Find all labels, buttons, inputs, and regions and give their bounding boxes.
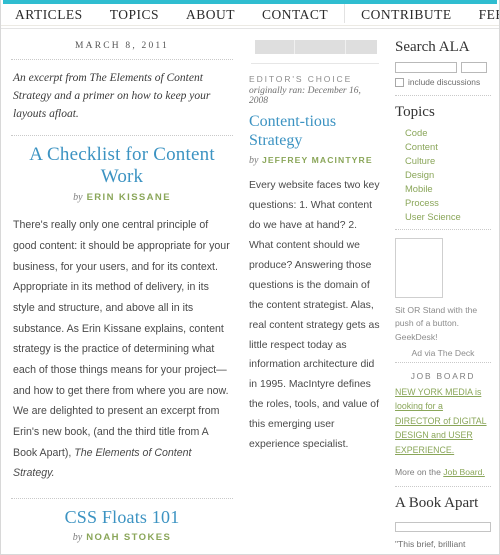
editors-choice-body: Every website faces two key questions: 1… xyxy=(249,179,380,451)
article-headline-css-floats[interactable]: CSS Floats 101 xyxy=(11,507,233,528)
divider xyxy=(251,63,379,64)
author-name[interactable]: NOAH STOKES xyxy=(86,532,171,543)
job-board-link[interactable]: Job Board. xyxy=(443,467,485,477)
job-board-listing-link[interactable]: NEW YORK MEDIA is looking for a DIRECTOR… xyxy=(395,385,491,458)
by-word: by xyxy=(249,154,259,166)
banner-ad-placeholder[interactable] xyxy=(255,40,377,54)
main-navigation: ARTICLES TOPICS ABOUT CONTACT CONTRIBUTE… xyxy=(1,4,499,29)
editors-choice-headline[interactable]: Content-tious Strategy xyxy=(249,113,381,151)
nav-item-contact[interactable]: CONTACT xyxy=(262,4,346,23)
author-name[interactable]: JEFFREY MACINTYRE xyxy=(262,155,373,165)
search-section-title: Search ALA xyxy=(395,39,470,55)
ad-via-label[interactable]: Ad via The Deck xyxy=(395,344,491,358)
body-text: There's really only one central principl… xyxy=(13,219,230,459)
topic-item-content[interactable]: Content xyxy=(395,141,491,155)
more-on-prefix: More on the xyxy=(395,467,444,478)
book-section-title: A Book Apart xyxy=(395,495,479,512)
search-input[interactable] xyxy=(395,62,457,73)
standfirst: An excerpt from The Elements of Content … xyxy=(13,72,211,120)
include-discussions-checkbox[interactable] xyxy=(395,77,404,87)
editors-choice-byline: by JEFFREY MACINTYRE xyxy=(249,155,381,166)
by-word: by xyxy=(72,531,83,543)
topics-list: Code Content Culture Design Mobile Proce… xyxy=(395,127,491,225)
article-headline-checklist[interactable]: A Checklist for Content Work xyxy=(11,144,233,188)
job-board-title: JOB BOARD xyxy=(410,370,476,381)
divider xyxy=(11,135,233,137)
topic-item-code[interactable]: Code xyxy=(395,127,491,141)
issue-date: MARCH 8, 2011 xyxy=(75,41,169,51)
divider xyxy=(11,59,233,60)
include-discussions-row[interactable]: include discussions xyxy=(395,77,491,87)
right-sidebar: Search ALA include discussions Topics Co… xyxy=(389,37,499,554)
topic-item-user-science[interactable]: User Science xyxy=(395,211,491,225)
article-byline: by ERIN KISSANE xyxy=(11,192,233,203)
content-columns: MARCH 8, 2011 An excerpt from The Elemen… xyxy=(1,29,499,554)
topics-section-title: Topics xyxy=(395,104,435,120)
topic-item-process[interactable]: Process xyxy=(395,197,491,211)
divider xyxy=(395,486,491,488)
nav-underline xyxy=(1,25,499,26)
include-discussions-label: include discussions xyxy=(408,77,481,87)
nav-item-articles[interactable]: ARTICLES xyxy=(15,4,83,23)
article-byline: by NOAH STOKES xyxy=(11,532,233,543)
by-word: by xyxy=(73,192,83,204)
divider xyxy=(11,497,233,499)
divider xyxy=(395,95,491,96)
editors-choice-kicker: EDITOR'S CHOICE xyxy=(249,74,353,84)
book-quote: "This brief, brilliant treatise is the g… xyxy=(395,538,466,549)
topic-item-design[interactable]: Design xyxy=(395,169,491,183)
originally-ran-date: originally ran: December 16, 2008 xyxy=(249,86,361,106)
nav-item-topics[interactable]: TOPICS xyxy=(110,4,159,23)
ad-text[interactable]: Sit OR Stand with the push of a button. … xyxy=(395,304,491,344)
search-button[interactable] xyxy=(461,62,487,73)
divider xyxy=(395,229,491,230)
main-column: MARCH 8, 2011 An excerpt from The Elemen… xyxy=(1,37,243,554)
nav-item-about[interactable]: ABOUT xyxy=(186,4,235,23)
nav-bottom-border xyxy=(1,28,499,29)
book-input-field[interactable] xyxy=(395,521,491,532)
middle-column: EDITOR'S CHOICE originally ran: December… xyxy=(243,37,389,455)
divider xyxy=(395,361,491,363)
page-root: ARTICLES TOPICS ABOUT CONTACT CONTRIBUTE… xyxy=(0,0,500,555)
nav-item-contribute[interactable]: CONTRIBUTE xyxy=(361,4,452,23)
search-row xyxy=(395,62,491,73)
ad-image-placeholder[interactable] xyxy=(395,238,443,298)
topic-item-culture[interactable]: Culture xyxy=(395,155,491,169)
author-name[interactable]: ERIN KISSANE xyxy=(87,192,171,203)
article-body-checklist: There's really only one central principl… xyxy=(11,215,233,484)
topic-item-mobile[interactable]: Mobile xyxy=(395,183,491,197)
nav-item-feed[interactable]: FEED xyxy=(479,4,499,23)
job-board-more: More on the Job Board. xyxy=(395,467,491,477)
